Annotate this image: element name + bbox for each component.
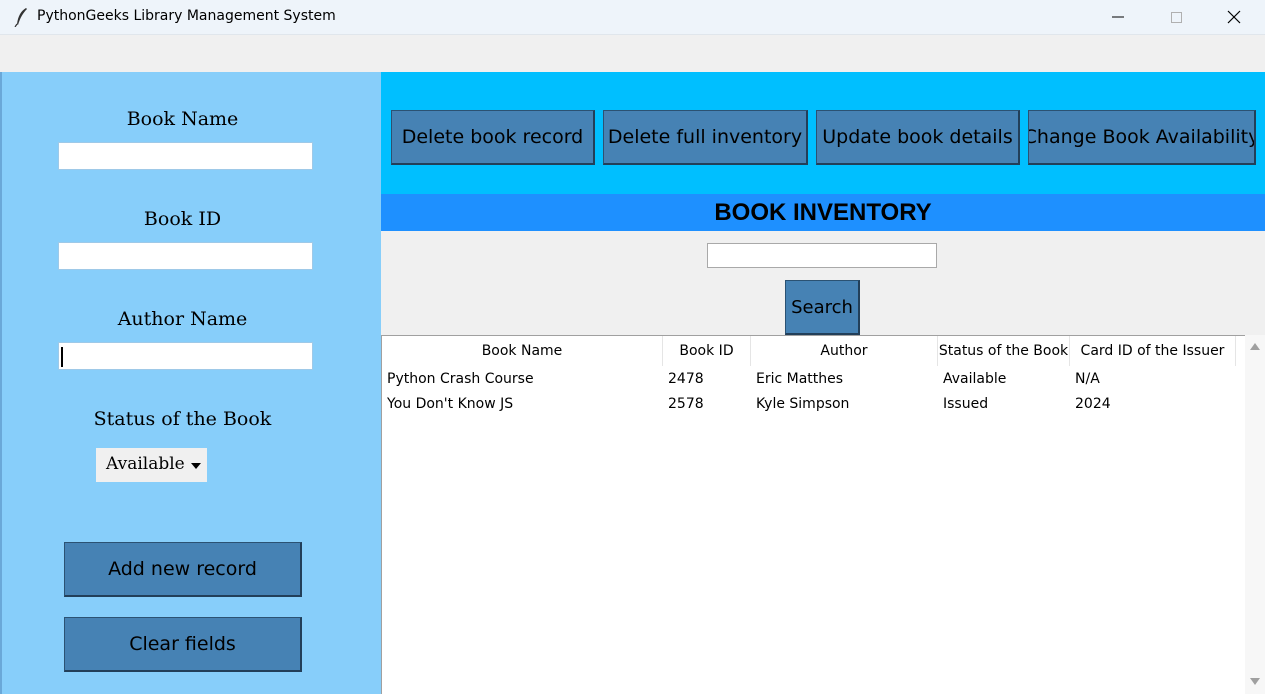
author-name-input[interactable] (58, 342, 313, 370)
column-header-card-id[interactable]: Card ID of the Issuer (1070, 336, 1236, 366)
column-header-book-name[interactable]: Book Name (382, 336, 663, 366)
cell-author: Kyle Simpson (756, 396, 850, 412)
text-cursor (61, 347, 63, 367)
book-name-label: Book Name (126, 108, 239, 130)
cell-book-name: You Don't Know JS (387, 396, 514, 412)
maximize-button[interactable] (1147, 0, 1205, 34)
minimize-button[interactable] (1089, 0, 1147, 34)
clear-fields-button[interactable]: Clear fields (64, 617, 302, 672)
cell-status: Available (943, 371, 1007, 387)
inventory-header: BOOK INVENTORY (381, 194, 1265, 231)
author-name-label: Author Name (117, 308, 248, 330)
update-details-button[interactable]: Update book details (816, 110, 1020, 165)
add-record-button[interactable]: Add new record (64, 542, 302, 597)
book-id-label: Book ID (143, 208, 222, 230)
book-id-input[interactable] (58, 242, 313, 270)
menu-bar (0, 35, 1265, 72)
status-label: Status of the Book (93, 408, 272, 430)
cell-card-id: 2024 (1075, 396, 1111, 412)
scroll-down-icon[interactable] (1250, 678, 1260, 685)
cell-book-id: 2578 (668, 396, 704, 412)
delete-record-button[interactable]: Delete book record (391, 110, 595, 165)
cell-status: Issued (943, 396, 989, 412)
table-row[interactable]: Python Crash Course 2478 Eric Matthes Av… (382, 367, 1244, 392)
window-title: PythonGeeks Library Management System (37, 8, 336, 24)
search-button[interactable]: Search (785, 280, 860, 335)
column-header-status[interactable]: Status of the Book (938, 336, 1070, 366)
column-header-author[interactable]: Author (751, 336, 938, 366)
inventory-table[interactable]: Book Name Book ID Author Status of the B… (381, 335, 1245, 694)
delete-inventory-button[interactable]: Delete full inventory (603, 110, 808, 165)
change-availability-button[interactable]: Change Book Availability (1028, 110, 1256, 165)
column-header-book-id[interactable]: Book ID (663, 336, 751, 366)
close-icon (1227, 10, 1241, 24)
title-bar: PythonGeeks Library Management System (0, 0, 1265, 35)
cell-book-id: 2478 (668, 371, 704, 387)
maximize-icon (1171, 12, 1182, 23)
status-selected-value: Available (106, 454, 185, 474)
scroll-up-icon[interactable] (1250, 343, 1260, 350)
vertical-scrollbar[interactable] (1245, 335, 1265, 694)
table-row[interactable]: You Don't Know JS 2578 Kyle Simpson Issu… (382, 392, 1244, 417)
cell-author: Eric Matthes (756, 371, 844, 387)
minimize-icon (1112, 16, 1124, 18)
cell-card-id: N/A (1075, 371, 1100, 387)
chevron-down-icon (191, 463, 201, 469)
status-dropdown[interactable]: Available (96, 448, 207, 482)
feather-icon (14, 8, 27, 27)
close-button[interactable] (1205, 0, 1263, 34)
book-name-input[interactable] (58, 142, 313, 170)
search-input[interactable] (707, 243, 937, 268)
cell-book-name: Python Crash Course (387, 371, 534, 387)
